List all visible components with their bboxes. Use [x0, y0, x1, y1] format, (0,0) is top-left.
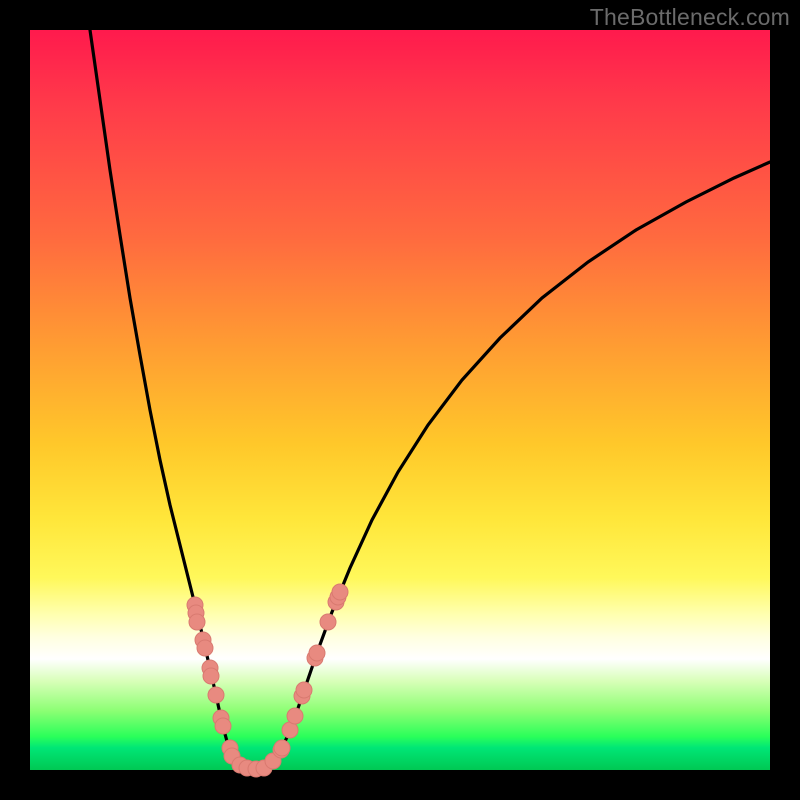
chart-frame: TheBottleneck.com: [0, 0, 800, 800]
data-marker: [208, 687, 224, 703]
data-marker: [274, 740, 290, 756]
curve-left-branch: [90, 30, 256, 769]
data-marker: [309, 645, 325, 661]
data-marker: [203, 668, 219, 684]
data-marker: [296, 682, 312, 698]
data-marker: [197, 640, 213, 656]
curve-right-branch: [256, 162, 770, 769]
data-marker: [287, 708, 303, 724]
data-marker: [215, 718, 231, 734]
curve-svg: [30, 30, 770, 770]
data-marker: [332, 584, 348, 600]
data-marker: [189, 614, 205, 630]
watermark-text: TheBottleneck.com: [590, 4, 790, 31]
marker-group: [187, 584, 348, 777]
plot-area: [30, 30, 770, 770]
data-marker: [320, 614, 336, 630]
